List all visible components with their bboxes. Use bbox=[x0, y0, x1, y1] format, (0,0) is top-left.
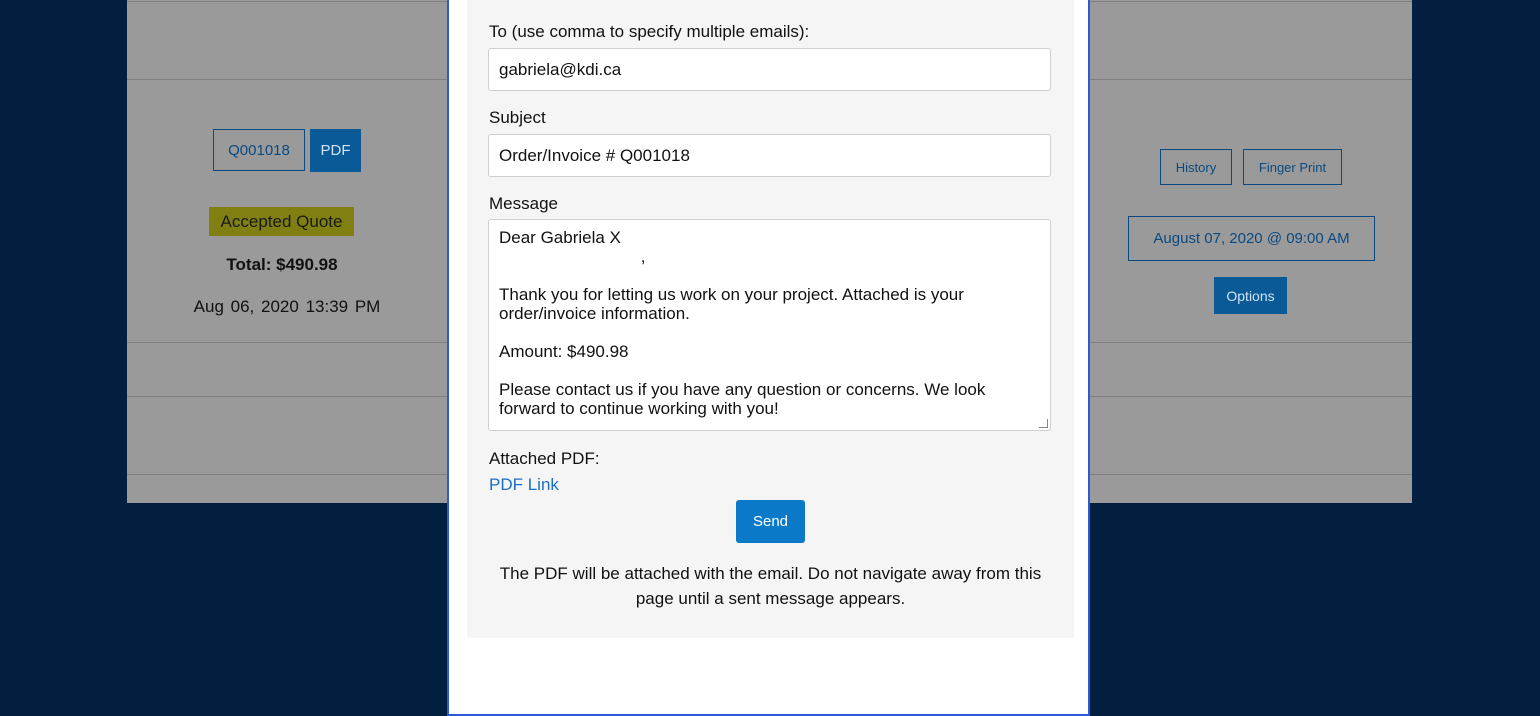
quote-summary: Q001018 PDF Accepted Quote Total: $490.9… bbox=[127, 80, 447, 342]
message-textarea[interactable]: Dear Gabriela X , Thank you for letting … bbox=[488, 219, 1051, 431]
message-paragraph: Thank you for letting us work on your pr… bbox=[499, 285, 964, 323]
to-email-input[interactable] bbox=[488, 48, 1051, 91]
message-greeting: Dear Gabriela X bbox=[499, 228, 621, 247]
message-paragraph: Please contact us if you have any questi… bbox=[499, 380, 986, 418]
email-modal: To (use comma to specify multiple emails… bbox=[447, 0, 1090, 716]
message-label: Message bbox=[489, 194, 558, 213]
to-label: To (use comma to specify multiple emails… bbox=[489, 22, 810, 41]
status-badge: Accepted Quote bbox=[209, 207, 354, 236]
pdf-link[interactable]: PDF Link bbox=[489, 475, 559, 495]
quote-total: Total: $490.98 bbox=[226, 255, 338, 274]
message-comma-line: , bbox=[499, 247, 646, 266]
quote-button-group: Q001018 PDF bbox=[213, 129, 361, 172]
send-notice: The PDF will be attached with the email.… bbox=[499, 564, 1042, 608]
resize-grip-icon[interactable] bbox=[1039, 419, 1048, 428]
email-form: To (use comma to specify multiple emails… bbox=[467, 0, 1074, 638]
attached-pdf-label: Attached PDF: bbox=[489, 449, 600, 468]
quote-actions: History Finger Print August 07, 2020 @ 0… bbox=[1092, 80, 1412, 342]
message-amount: Amount: $490.98 bbox=[499, 342, 629, 361]
history-button[interactable]: History bbox=[1160, 149, 1232, 185]
quote-datetime: Aug 06, 2020 13:39 PM bbox=[127, 297, 447, 317]
quote-time: 13:39 PM bbox=[305, 297, 381, 316]
subject-input[interactable] bbox=[488, 134, 1051, 177]
subject-label: Subject bbox=[489, 108, 546, 127]
send-button[interactable]: Send bbox=[736, 500, 805, 543]
options-button[interactable]: Options bbox=[1214, 277, 1287, 314]
fingerprint-button[interactable]: Finger Print bbox=[1243, 149, 1342, 185]
quote-date: Aug 06, 2020 bbox=[193, 297, 299, 316]
appointment-button[interactable]: August 07, 2020 @ 09:00 AM bbox=[1128, 216, 1375, 261]
quote-number-button[interactable]: Q001018 bbox=[213, 129, 305, 171]
pdf-button[interactable]: PDF bbox=[310, 129, 361, 172]
